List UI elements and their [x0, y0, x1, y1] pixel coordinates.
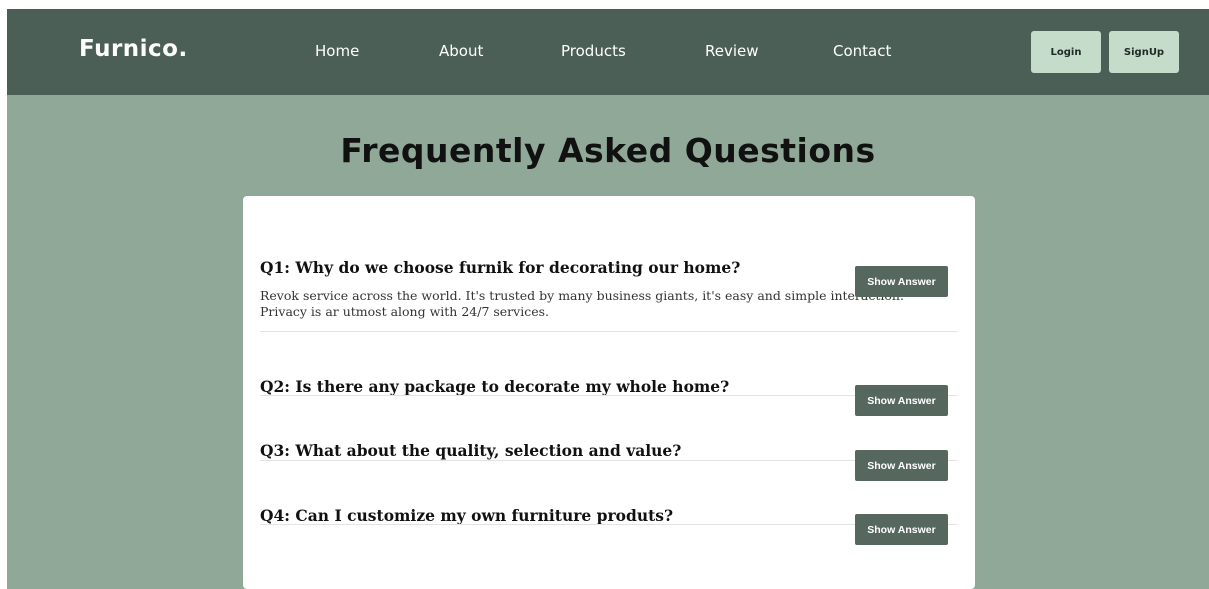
faq-question-2: Q2: Is there any package to decorate my …	[260, 377, 730, 396]
show-answer-button-2[interactable]: Show Answer	[855, 385, 948, 416]
nav-link-products[interactable]: Products	[561, 42, 626, 60]
faq-divider-1	[260, 331, 957, 332]
signup-button[interactable]: SignUp	[1109, 31, 1179, 73]
nav-link-home[interactable]: Home	[315, 42, 359, 60]
show-answer-button-4[interactable]: Show Answer	[855, 514, 948, 545]
navbar: Furnico. Home About Products Review Cont…	[7, 9, 1209, 95]
page-frame: Furnico. Home About Products Review Cont…	[7, 9, 1209, 589]
faq-question-1: Q1: Why do we choose furnik for decorati…	[260, 258, 741, 277]
brand-logo[interactable]: Furnico.	[79, 36, 188, 62]
show-answer-button-3[interactable]: Show Answer	[855, 450, 948, 481]
faq-divider-4	[260, 524, 957, 525]
faq-question-3: Q3: What about the quality, selection an…	[260, 441, 682, 460]
nav-link-contact[interactable]: Contact	[833, 42, 891, 60]
nav-link-review[interactable]: Review	[705, 42, 759, 60]
page-title: Frequently Asked Questions	[340, 131, 876, 170]
show-answer-button-1[interactable]: Show Answer	[855, 266, 948, 297]
faq-question-4: Q4: Can I customize my own furniture pro…	[260, 506, 674, 525]
faq-divider-2	[260, 395, 957, 396]
faq-divider-3	[260, 460, 957, 461]
login-button[interactable]: Login	[1031, 31, 1101, 73]
faq-answer-1: Revok service across the world. It's tru…	[260, 288, 904, 319]
faq-card: Q1: Why do we choose furnik for decorati…	[243, 196, 975, 589]
nav-link-about[interactable]: About	[439, 42, 483, 60]
